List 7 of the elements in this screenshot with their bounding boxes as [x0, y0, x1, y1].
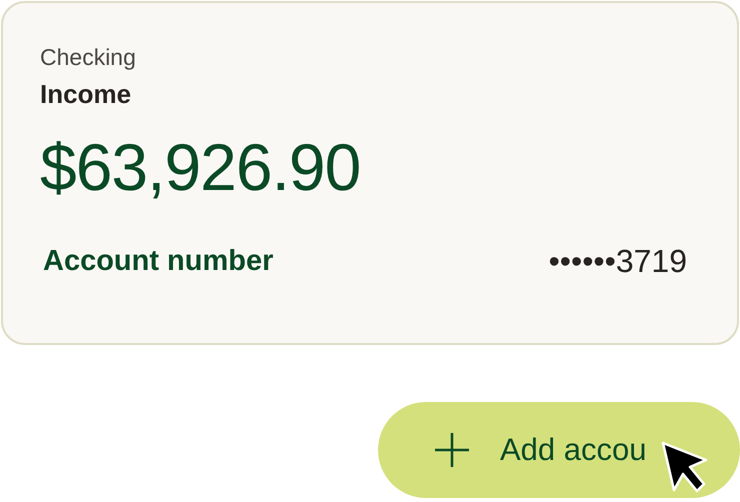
account-balance: $63,926.90 [40, 129, 362, 205]
account-number-label: Account number [43, 245, 274, 278]
account-number: ••••••3719 [548, 243, 687, 280]
plus-icon [434, 432, 470, 468]
account-type: Checking [40, 43, 137, 71]
account-name: Income [40, 79, 132, 109]
add-account-button[interactable]: Add accou [378, 402, 740, 498]
